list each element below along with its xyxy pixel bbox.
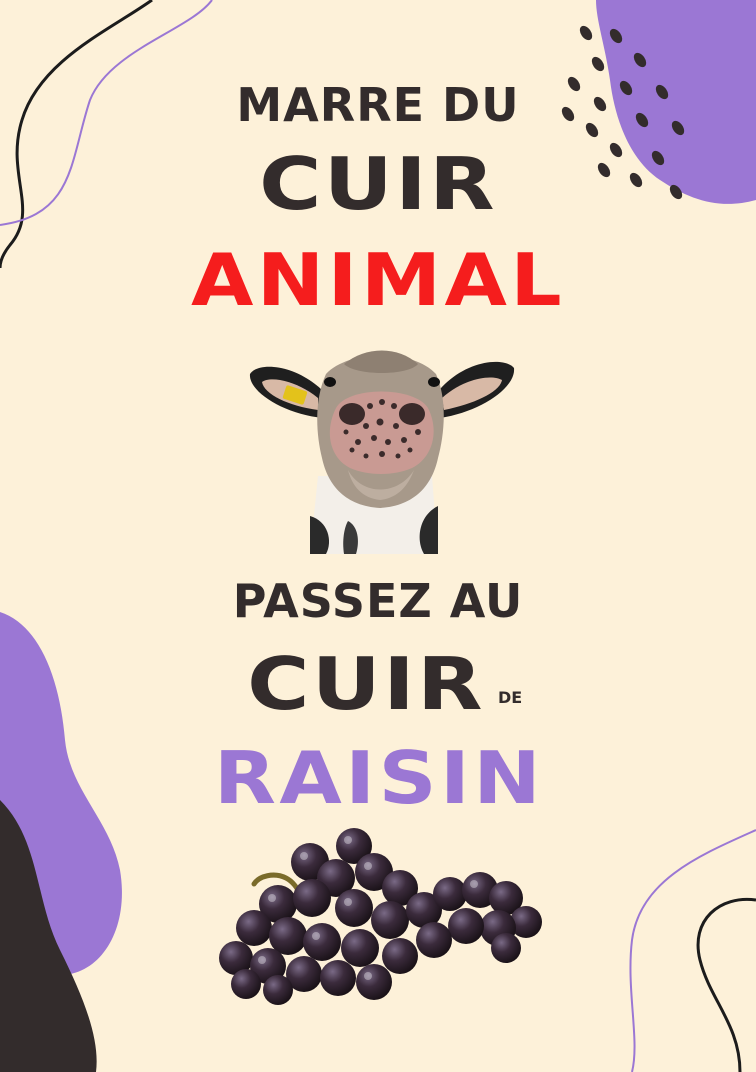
headline-line-5-small: DE: [498, 688, 523, 707]
poster: MARRE DU CUIR ANIMAL PASSEZ AU CUIR DE R…: [0, 0, 756, 1072]
top-left-black-squiggle: [0, 0, 153, 269]
cow-face-icon: [249, 350, 515, 554]
headline-line-5: CUIR: [247, 642, 485, 726]
headline-line-6: RAISIN: [213, 736, 545, 820]
headline-line-3: ANIMAL: [190, 238, 566, 322]
headline-line-2: CUIR: [259, 142, 497, 226]
bottom-right-purple-squiggle: [629, 829, 756, 1072]
grapes-icon: [219, 828, 542, 1005]
headline-line-1: MARRE DU: [236, 78, 520, 132]
bottom-right-black-squiggle: [696, 897, 756, 1072]
headline-line-4: PASSEZ AU: [232, 574, 524, 628]
